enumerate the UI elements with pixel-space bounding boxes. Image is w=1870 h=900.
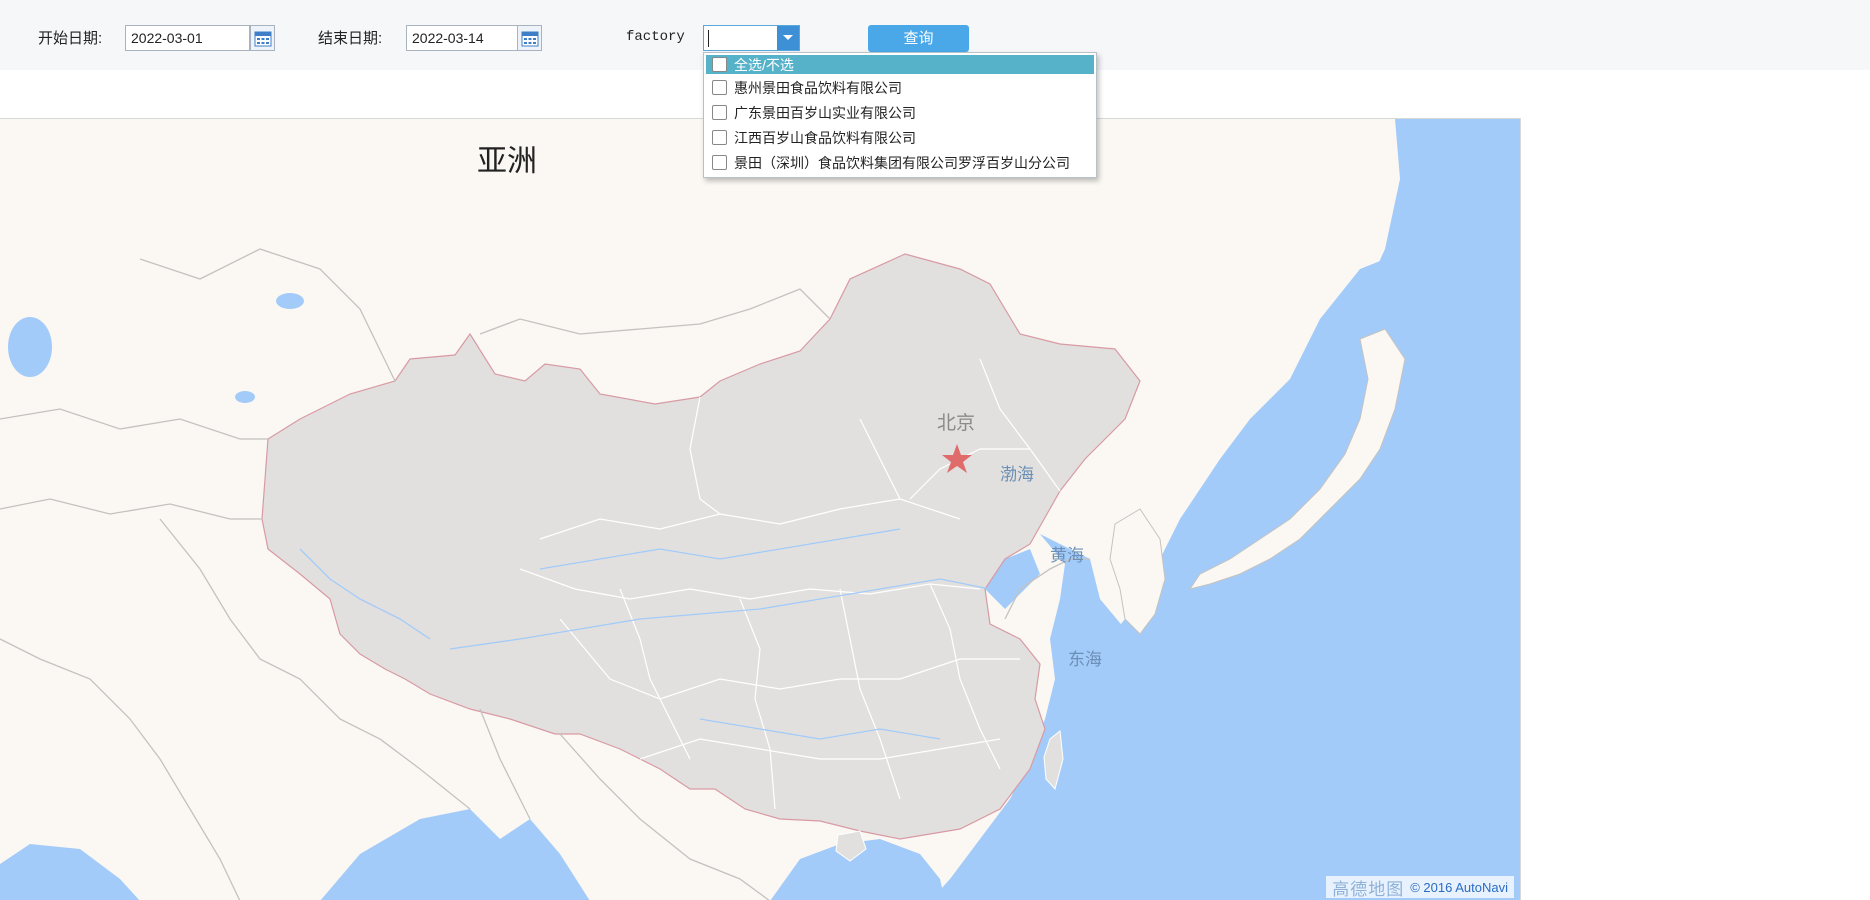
option-checkbox[interactable] [712, 80, 727, 95]
capital-label: 北京 [937, 412, 975, 434]
sea-label-bohai: 渤海 [1000, 465, 1034, 485]
calendar-icon [521, 31, 538, 47]
option-checkbox[interactable] [712, 155, 727, 170]
map-copyright: © 2016 AutoNavi [1410, 879, 1508, 895]
option-label: 景田（深圳）食品饮料集团有限公司罗浮百岁山分公司 [734, 154, 1070, 171]
sea-label-huanghai: 黄海 [1050, 546, 1084, 566]
option-label: 惠州景田食品饮料有限公司 [734, 79, 902, 96]
end-date-label: 结束日期: [318, 30, 383, 47]
map-attribution: 高德地图 © 2016 AutoNavi [1326, 876, 1514, 899]
continent-label: 亚洲 [477, 144, 537, 179]
chevron-down-icon [783, 35, 793, 40]
map-canvas[interactable]: 亚洲 北京 渤海 黄海 东海 [0, 119, 1521, 900]
start-date-input[interactable]: 2022-03-01 [125, 25, 250, 51]
lake [276, 293, 304, 309]
query-button[interactable]: 查询 [868, 25, 969, 52]
factory-option[interactable]: 惠州景田食品饮料有限公司 [704, 75, 1096, 100]
select-all-checkbox[interactable] [712, 57, 727, 72]
factory-label: factory [626, 29, 685, 45]
factory-option[interactable]: 广东景田百岁山实业有限公司 [704, 100, 1096, 125]
lake [8, 317, 52, 377]
lake [235, 391, 255, 403]
option-checkbox[interactable] [712, 130, 727, 145]
factory-option[interactable]: 景田（深圳）食品饮料集团有限公司罗浮百岁山分公司 [704, 150, 1096, 175]
start-date-calendar-button[interactable] [250, 25, 275, 51]
end-date-input[interactable]: 2022-03-14 [406, 25, 531, 51]
sea-label-donghai: 东海 [1068, 650, 1102, 670]
factory-option[interactable]: 江西百岁山食品饮料有限公司 [704, 125, 1096, 150]
option-label: 广东景田百岁山实业有限公司 [734, 104, 916, 121]
end-date-calendar-button[interactable] [517, 25, 542, 51]
start-date-label: 开始日期: [38, 30, 103, 47]
select-all-label: 全选/不选 [734, 56, 794, 73]
factory-dropdown-button[interactable] [777, 26, 799, 50]
text-cursor [708, 30, 709, 47]
option-label: 江西百岁山食品饮料有限公司 [734, 129, 916, 146]
factory-combobox[interactable] [703, 25, 800, 51]
map-provider-logo: 高德地图 [1332, 879, 1405, 899]
map-view[interactable]: 亚洲 北京 渤海 黄海 东海 高德地图 © 2016 AutoNavi [0, 118, 1521, 900]
factory-dropdown-list: 全选/不选 惠州景田食品饮料有限公司 广东景田百岁山实业有限公司 江西百岁山食品… [703, 52, 1097, 178]
option-checkbox[interactable] [712, 105, 727, 120]
calendar-icon [254, 31, 271, 47]
select-all-option[interactable]: 全选/不选 [706, 55, 1094, 74]
